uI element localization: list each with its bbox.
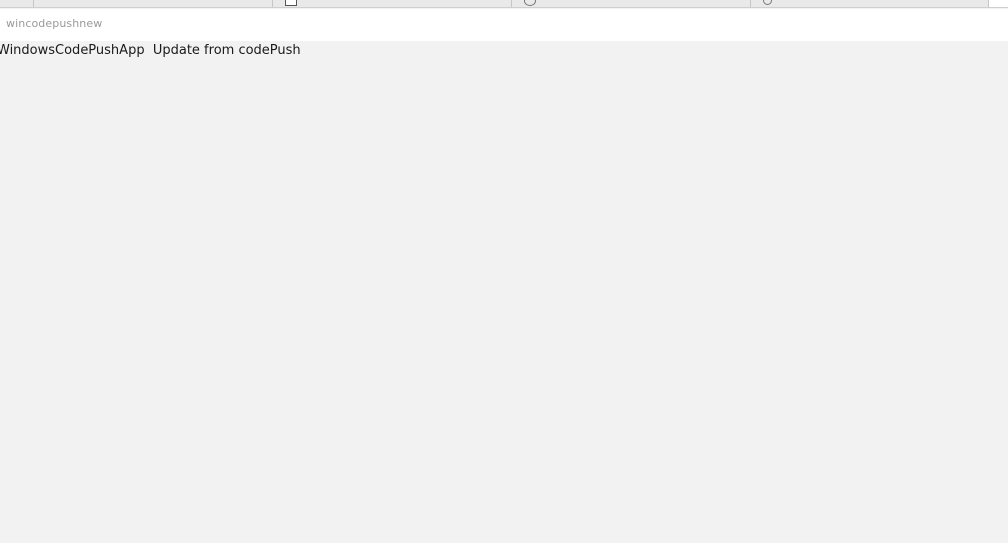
app-message: WindowsCodePushApp Update from codePush (0, 43, 301, 58)
taskbar-tab-4[interactable] (750, 0, 990, 7)
taskbar-active-tab[interactable] (988, 0, 1008, 7)
taskbar-tab-3[interactable] (511, 0, 751, 7)
search-icon (763, 0, 772, 5)
window-title: wincodepushnew (6, 17, 103, 30)
taskbar-strip (0, 0, 1008, 8)
taskbar-tab-2[interactable] (272, 0, 512, 7)
app-name-label: WindowsCodePushApp (0, 43, 145, 58)
taskbar-tab-1[interactable] (33, 0, 273, 7)
app-content: WindowsCodePushApp Update from codePush (0, 41, 1008, 543)
update-message-label: Update from codePush (152, 43, 301, 58)
app-icon (524, 0, 536, 6)
window-title-bar[interactable]: wincodepushnew (0, 9, 1008, 41)
window-icon (285, 0, 297, 6)
